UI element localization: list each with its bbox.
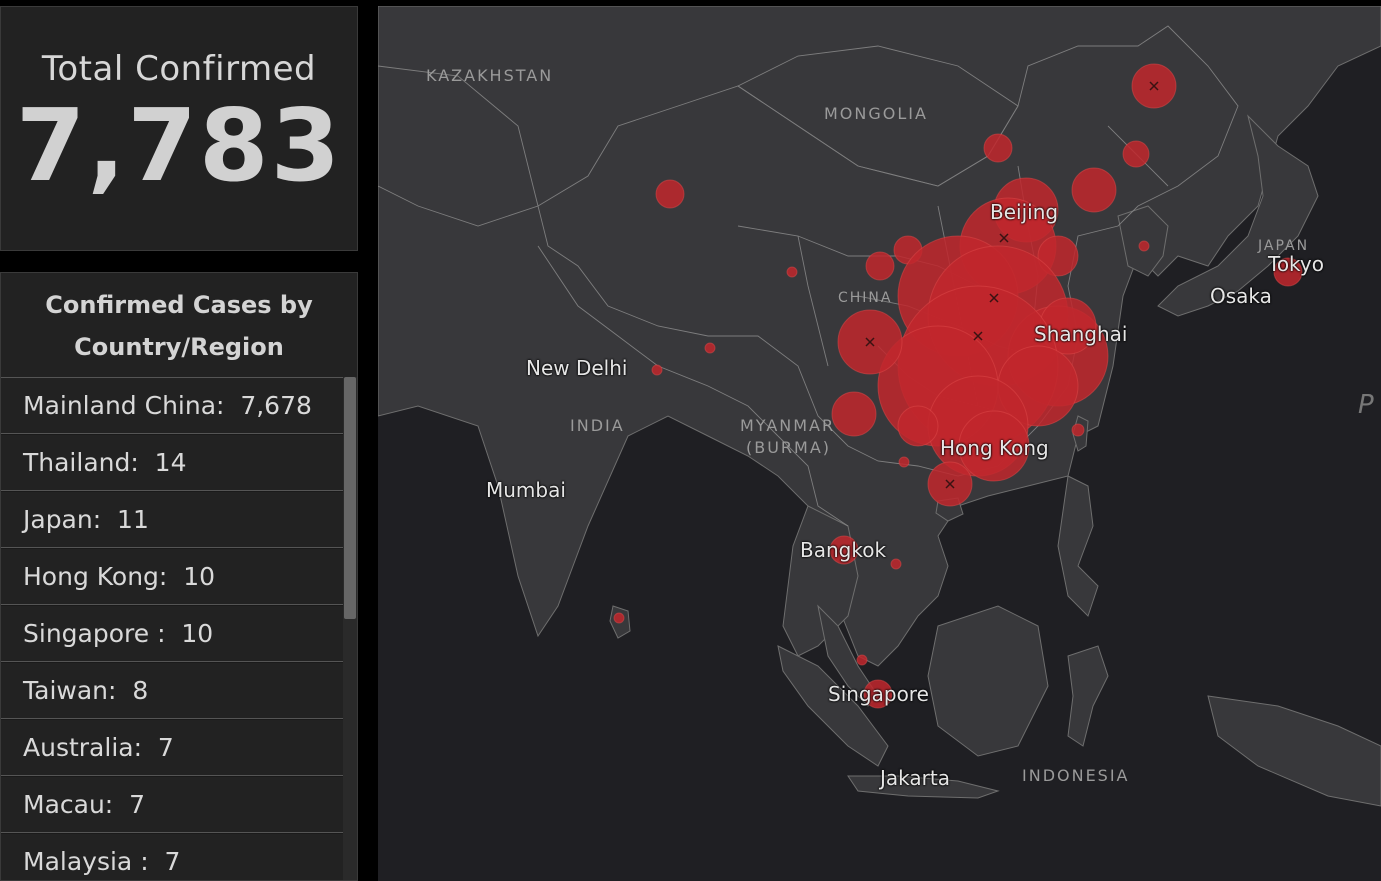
list-item[interactable]: Taiwan: 8: [1, 662, 343, 719]
label-singapore: Singapore: [828, 682, 929, 706]
country-list-title-line2: Country/Region: [74, 333, 284, 361]
list-item[interactable]: Thailand: 14: [1, 434, 343, 491]
list-item[interactable]: Singapore : 10: [1, 605, 343, 662]
label-hong-kong: Hong Kong: [940, 436, 1049, 460]
case-bubble[interactable]: [898, 456, 910, 468]
case-bubble[interactable]: [1071, 167, 1117, 213]
label-jakarta: Jakarta: [880, 766, 950, 790]
land-borneo: [927, 605, 1049, 757]
label-tokyo: Tokyo: [1268, 252, 1324, 276]
country-list-title: Confirmed Cases by Country/Region: [1, 273, 357, 367]
list-item[interactable]: Macau: 7: [1, 776, 343, 833]
country-list-title-line1: Confirmed Cases by: [45, 291, 313, 319]
case-bubble[interactable]: [856, 654, 868, 666]
case-bubble[interactable]: [613, 612, 625, 624]
country-list[interactable]: Mainland China: 7,678 Thailand: 14 Japan…: [1, 377, 343, 880]
label-mongolia: MONGOLIA: [824, 104, 928, 123]
list-scrollbar[interactable]: [343, 377, 357, 880]
map-canvas: [378, 6, 1381, 807]
case-bubble[interactable]: [865, 251, 895, 281]
land-sulawesi: [1067, 645, 1109, 747]
label-china: CHINA: [838, 290, 893, 306]
land-indochina: [782, 505, 859, 657]
land-new-guinea: [1207, 695, 1381, 807]
label-pacific-partial: P: [1358, 390, 1376, 420]
label-bangkok: Bangkok: [800, 538, 887, 562]
case-bubble[interactable]: [890, 558, 902, 570]
list-item[interactable]: Hong Kong: 10: [1, 548, 343, 605]
label-shanghai: Shanghai: [1034, 322, 1128, 346]
total-confirmed-label: Total Confirmed: [41, 49, 317, 89]
case-bubble[interactable]: [1071, 423, 1085, 437]
land-philippines: [1057, 475, 1099, 617]
list-item[interactable]: Mainland China: 7,678: [1, 377, 343, 434]
list-item[interactable]: Australia: 7: [1, 719, 343, 776]
case-bubble[interactable]: [651, 364, 663, 376]
label-myanmar-line1: MYANMAR: [740, 416, 836, 435]
label-indonesia: INDONESIA: [1022, 766, 1130, 785]
total-confirmed-value: 7,783: [15, 87, 343, 204]
case-bubble[interactable]: [1122, 140, 1150, 168]
case-bubble[interactable]: [704, 342, 716, 354]
list-item[interactable]: Japan: 11: [1, 491, 343, 548]
total-confirmed-panel: Total Confirmed 7,783: [0, 6, 358, 251]
case-bubble[interactable]: [983, 133, 1013, 163]
label-beijing: Beijing: [990, 200, 1059, 224]
map-view[interactable]: KAZAKHSTAN MONGOLIA CHINA INDIA MYANMAR …: [378, 6, 1381, 881]
case-bubble[interactable]: [897, 405, 939, 447]
case-bubble[interactable]: [786, 266, 798, 278]
label-osaka: Osaka: [1210, 284, 1272, 308]
list-scrollbar-thumb[interactable]: [344, 377, 356, 619]
case-bubble[interactable]: [831, 391, 877, 437]
label-new-delhi: New Delhi: [526, 356, 628, 380]
label-mumbai: Mumbai: [486, 478, 566, 502]
list-item[interactable]: Malaysia : 7: [1, 833, 343, 880]
case-bubble[interactable]: [1138, 240, 1150, 252]
label-india: INDIA: [570, 416, 625, 435]
country-list-panel: Confirmed Cases by Country/Region Mainla…: [0, 272, 358, 881]
case-bubble[interactable]: [655, 179, 685, 209]
label-myanmar-line2: (BURMA): [746, 438, 832, 457]
label-kazakhstan: KAZAKHSTAN: [426, 66, 554, 85]
